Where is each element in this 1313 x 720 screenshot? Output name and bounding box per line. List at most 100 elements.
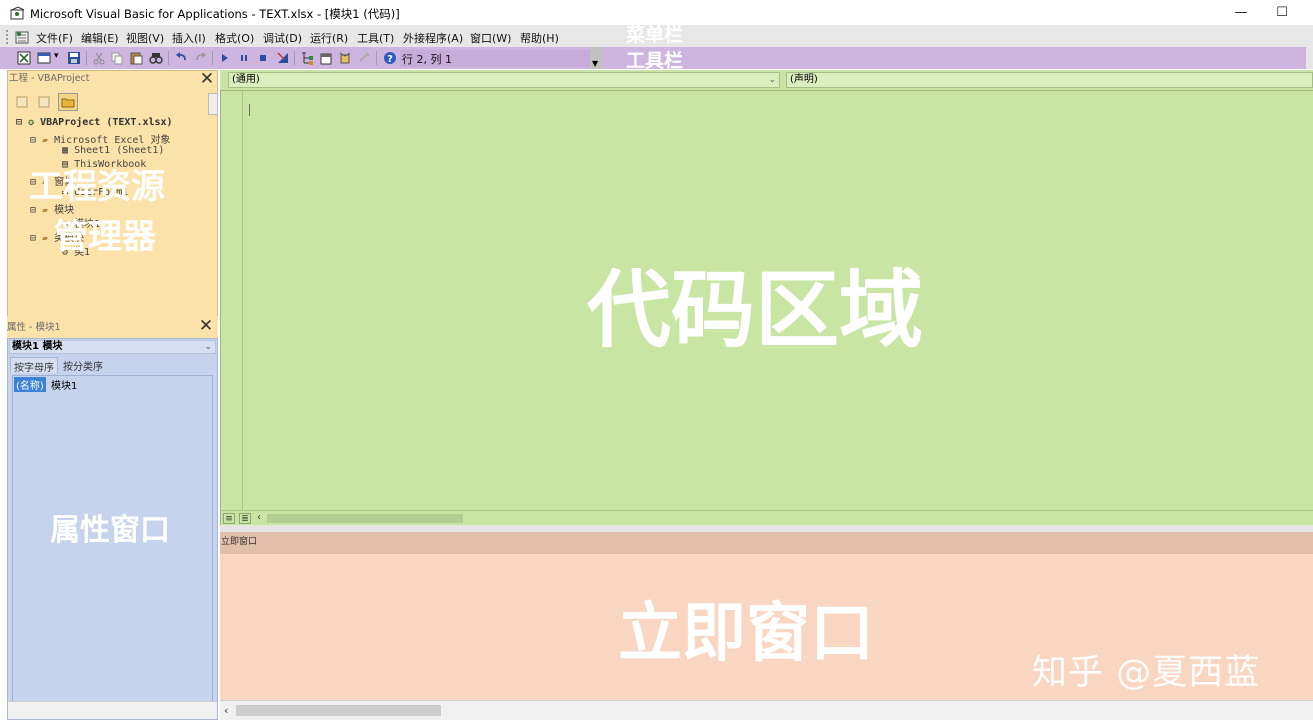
toolbar-separator bbox=[294, 51, 295, 65]
menubar-grip[interactable] bbox=[6, 30, 9, 44]
menu-file[interactable]: 文件(F) bbox=[36, 30, 73, 46]
project-annotation-line1: 工程资源 bbox=[29, 167, 165, 207]
zhihu-watermark: 知乎 @夏西蓝 bbox=[1032, 653, 1261, 693]
scroll-thumb[interactable] bbox=[236, 705, 441, 716]
vbaproject-icon: ✪ bbox=[28, 117, 35, 128]
tree-node-excel-objects[interactable]: ⊟ ▰ Microsoft Excel 对象 bbox=[30, 131, 170, 146]
toolbar-separator bbox=[212, 51, 213, 65]
menu-tools[interactable]: 工具(T) bbox=[357, 30, 394, 46]
immediate-horizontal-scrollbar[interactable]: ‹ bbox=[220, 700, 1313, 720]
excel-view-icon[interactable] bbox=[14, 29, 30, 45]
help-icon[interactable]: ? bbox=[383, 51, 397, 65]
insert-dropdown-icon[interactable]: ▾ bbox=[54, 51, 59, 61]
object-combo[interactable]: (通用) ⌄ bbox=[228, 72, 780, 88]
view-excel-icon[interactable] bbox=[17, 51, 31, 65]
pane-splitter[interactable] bbox=[220, 525, 1313, 532]
window-title: Microsoft Visual Basic for Applications … bbox=[30, 7, 400, 21]
save-icon[interactable] bbox=[67, 51, 81, 65]
find-icon[interactable] bbox=[149, 51, 163, 65]
paste-icon[interactable] bbox=[129, 51, 143, 65]
cursor-position-status: 行 2, 列 1 bbox=[402, 53, 452, 66]
code-combo-bar: (通用) ⌄ (声明) bbox=[220, 70, 1313, 91]
cut-icon[interactable] bbox=[92, 51, 106, 65]
scroll-thumb[interactable] bbox=[267, 514, 463, 523]
properties-caption-bar: 属性 - 模块1 ✕ bbox=[7, 316, 218, 338]
run-icon[interactable] bbox=[218, 51, 232, 65]
view-object-icon bbox=[38, 96, 50, 108]
chevron-down-icon: ⌄ bbox=[204, 342, 212, 352]
tab-categorized[interactable]: 按分类序 bbox=[60, 357, 106, 373]
toolbar-separator bbox=[86, 51, 87, 65]
property-name-cell[interactable]: (名称) bbox=[14, 377, 46, 392]
tab-alphabetic[interactable]: 按字母序 bbox=[10, 357, 58, 374]
toolbar-separator bbox=[168, 51, 169, 65]
menu-insert[interactable]: 插入(I) bbox=[172, 30, 206, 46]
minimize-button[interactable]: — bbox=[1230, 4, 1252, 22]
folder-icon: ▰ bbox=[42, 135, 49, 146]
menu-help[interactable]: 帮助(H) bbox=[520, 30, 559, 46]
break-icon[interactable] bbox=[237, 51, 251, 65]
scroll-left-icon[interactable]: ‹ bbox=[224, 704, 228, 717]
view-code-icon bbox=[16, 96, 28, 108]
vba-app-icon bbox=[10, 6, 25, 20]
copy-icon[interactable] bbox=[110, 51, 124, 65]
code-horizontal-scrollbar[interactable]: ≡ ≣ ‹ bbox=[221, 510, 1313, 525]
scroll-left-icon[interactable]: ‹ bbox=[257, 512, 261, 523]
immediate-caption: 立即窗口 bbox=[221, 537, 258, 547]
toolbox-icon[interactable] bbox=[357, 51, 371, 65]
properties-window-icon[interactable] bbox=[319, 51, 333, 65]
toggle-folders-button[interactable] bbox=[58, 93, 78, 111]
menu-window[interactable]: 窗口(W) bbox=[470, 30, 511, 46]
chevron-down-icon: ⌄ bbox=[768, 75, 776, 85]
text-caret bbox=[249, 104, 250, 116]
code-margin-indicator-bar[interactable] bbox=[221, 91, 243, 510]
code-editor[interactable]: 代码区域 ≡ ≣ ‹ bbox=[220, 91, 1313, 525]
properties-scrollbar[interactable] bbox=[8, 701, 217, 719]
folder-icon bbox=[61, 98, 75, 108]
menu-addins[interactable]: 外接程序(A) bbox=[403, 30, 463, 46]
maximize-button[interactable]: ☐ bbox=[1271, 4, 1293, 22]
reset-icon[interactable] bbox=[256, 51, 270, 65]
insert-userform-icon[interactable] bbox=[37, 51, 51, 65]
property-value-cell[interactable]: 模块1 bbox=[51, 377, 77, 392]
menubar-annotation: 菜单栏 bbox=[626, 24, 684, 46]
tree-node-sheet1[interactable]: ▦ Sheet1 (Sheet1) bbox=[62, 145, 164, 156]
full-module-view-button[interactable]: ≣ bbox=[239, 513, 251, 524]
view-code-button[interactable] bbox=[12, 93, 32, 111]
menu-run[interactable]: 运行(R) bbox=[310, 30, 348, 46]
project-explorer: 工程 - VBAProject ✕ ⊟ ✪ VBAProject (TEXT.x… bbox=[7, 70, 218, 338]
project-annotation-line2: 管理器 bbox=[54, 217, 156, 257]
toolbar-end-strip bbox=[1306, 47, 1313, 69]
menu-format[interactable]: 格式(O) bbox=[215, 30, 254, 46]
sheet-icon: ▦ bbox=[62, 145, 69, 156]
object-browser-icon[interactable] bbox=[338, 51, 352, 65]
toolbar-overflow-chevron-icon: ▼ bbox=[592, 59, 599, 68]
tree-node-root[interactable]: ⊟ ✪ VBAProject (TEXT.xlsx) bbox=[16, 117, 173, 128]
view-object-button[interactable] bbox=[34, 93, 54, 111]
menu-view[interactable]: 视图(V) bbox=[126, 30, 164, 46]
object-selector[interactable]: 模块1 模块 ⌄ bbox=[9, 340, 216, 354]
redo-icon[interactable] bbox=[194, 51, 208, 65]
project-explorer-icon[interactable] bbox=[300, 51, 314, 65]
code-annotation: 代码区域 bbox=[587, 261, 924, 359]
properties-window: 模块1 模块 ⌄ 按字母序 按分类序 (名称) 模块1 属性窗口 bbox=[7, 338, 218, 720]
standard-toolbar: ▾ ? 行 2, 列 1 ▼ 工具栏 bbox=[0, 47, 1306, 72]
immediate-caption-bar: 立即窗口 bbox=[220, 532, 1313, 554]
project-explorer-close-button[interactable]: ✕ bbox=[199, 71, 215, 88]
menu-edit[interactable]: 编辑(E) bbox=[81, 30, 119, 46]
project-tree-toolbar bbox=[12, 93, 218, 115]
procedure-view-button[interactable]: ≡ bbox=[223, 513, 235, 524]
project-explorer-caption: 工程 - VBAProject bbox=[9, 73, 90, 84]
properties-annotation: 属性窗口 bbox=[50, 513, 170, 548]
undo-icon[interactable] bbox=[174, 51, 188, 65]
procedure-combo[interactable]: (声明) bbox=[786, 72, 1313, 88]
folder-icon: ▰ bbox=[42, 233, 49, 244]
menu-bar: 文件(F) 编辑(E) 视图(V) 插入(I) 格式(O) 调试(D) 运行(R… bbox=[0, 24, 1313, 47]
toolbar-annotation: 工具栏 bbox=[626, 50, 684, 72]
menu-debug[interactable]: 调试(D) bbox=[263, 30, 302, 46]
tree-toolbar-scroll[interactable] bbox=[208, 93, 218, 115]
toolbar-separator bbox=[376, 51, 377, 65]
design-mode-icon[interactable] bbox=[276, 51, 290, 65]
properties-caption: 属性 - 模块1 bbox=[7, 322, 61, 333]
properties-close-button[interactable]: ✕ bbox=[198, 317, 214, 335]
